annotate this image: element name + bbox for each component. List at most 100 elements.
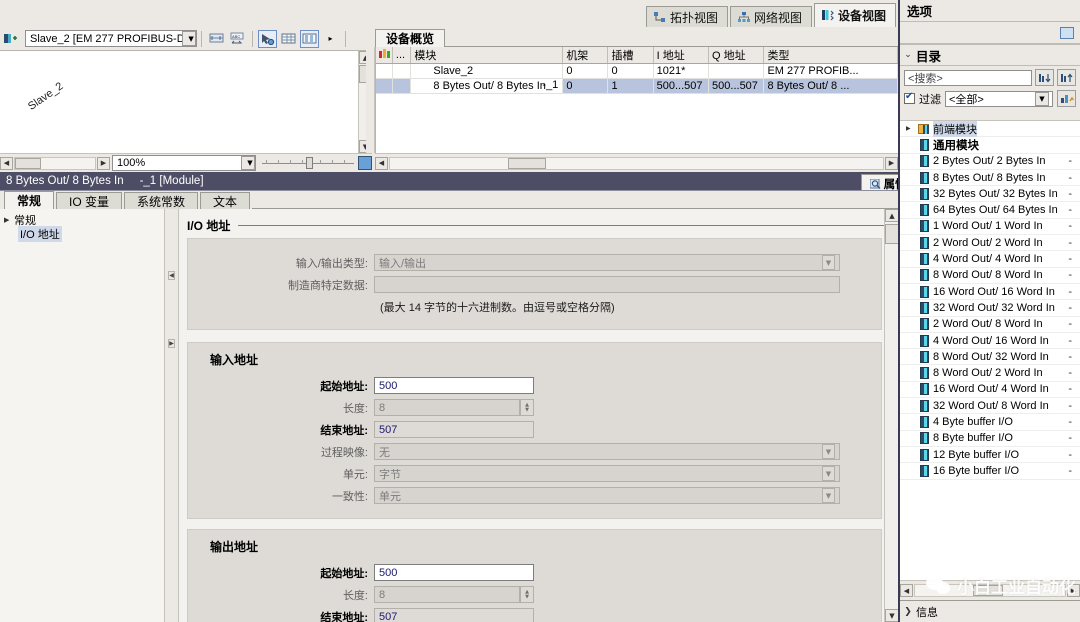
vendor-data-input[interactable] (374, 276, 840, 293)
split-view-icon[interactable] (300, 29, 319, 48)
list-item[interactable]: 8 Bytes Out/ 8 Bytes In - (900, 170, 1080, 187)
list-item[interactable]: 4 Byte buffer I/O - (900, 414, 1080, 431)
list-item[interactable]: 16 Byte buffer I/O - (900, 463, 1080, 480)
input-process-image-select[interactable]: 无 ▼ (374, 443, 840, 460)
col-slot[interactable]: 插槽 (607, 47, 654, 64)
scroll-right-icon[interactable]: ▶ (885, 156, 898, 170)
filter-checkbox[interactable] (904, 91, 915, 104)
catalog-header[interactable]: ⌄ 目录 (900, 44, 1080, 66)
zoom-level-selector[interactable]: 100% ▼ (112, 155, 256, 171)
chevron-down-icon[interactable]: ▼ (822, 255, 835, 270)
list-item[interactable]: 12 Byte buffer I/O - (900, 447, 1080, 464)
list-item[interactable]: 4 Word Out/ 4 Word In - (900, 251, 1080, 268)
profile-icon[interactable] (1057, 90, 1076, 107)
nav-item-io-address[interactable]: I/O 地址 (0, 226, 164, 242)
col-q-address[interactable]: Q 地址 (708, 47, 765, 64)
list-item[interactable]: 16 Word Out/ 16 Word In - (900, 284, 1080, 301)
col-rack[interactable]: 机架 (562, 47, 609, 64)
col-i-address[interactable]: I 地址 (653, 47, 710, 64)
scroll-left-icon[interactable]: ◀ (900, 584, 913, 597)
list-item[interactable]: 2 Bytes Out/ 2 Bytes In - (900, 154, 1080, 170)
list-item[interactable]: 32 Word Out/ 8 Word In - (900, 398, 1080, 415)
input-end-address-field[interactable]: 507 (374, 421, 534, 438)
table-row[interactable]: Slave_2 0 0 1021* EM 277 PROFIB... (376, 63, 898, 79)
more-icon[interactable]: ▸ (321, 30, 340, 48)
chevron-down-icon[interactable]: ▼ (822, 444, 835, 459)
tab-io-tags[interactable]: IO 变量 (56, 192, 123, 209)
tab-network-view[interactable]: 网络视图 (729, 6, 812, 27)
scroll-up-icon[interactable]: ▲ (885, 209, 898, 222)
expand-triangle-icon[interactable]: ▶ (906, 125, 914, 132)
nav-item-general[interactable]: ▶ 常规 (0, 213, 164, 227)
device-canvas[interactable]: Slave_2 ▲ ▼ (0, 51, 372, 153)
zoom-slider-knob[interactable] (306, 157, 313, 169)
form-vertical-scrollbar[interactable]: ▲ ▼ (884, 209, 898, 622)
list-item[interactable]: 8 Word Out/ 8 Word In - (900, 268, 1080, 284)
list-item[interactable]: 64 Bytes Out/ 64 Bytes In - (900, 202, 1080, 219)
fit-to-window-icon[interactable] (358, 156, 372, 170)
list-item[interactable]: 32 Word Out/ 32 Word In - (900, 300, 1080, 317)
info-panel-header[interactable]: ❯ 信息 (900, 600, 1080, 622)
col-ellipsis[interactable]: ... (392, 47, 412, 64)
search-input[interactable]: <搜索> (904, 69, 1032, 86)
chevron-right-icon[interactable]: ❯ (900, 607, 916, 617)
col-type[interactable]: 类型 (763, 47, 898, 64)
input-start-address-field[interactable]: 500 (374, 377, 534, 394)
input-consistency-select[interactable]: 单元 ▼ (374, 487, 840, 504)
chevron-down-icon[interactable]: ▼ (822, 488, 835, 503)
reset-layout-icon[interactable]: ABC (228, 30, 247, 48)
pointer-tool-icon[interactable] (258, 29, 277, 48)
splitter-collapse-right-icon[interactable]: ▶ (168, 339, 175, 348)
tab-texts[interactable]: 文本 (200, 192, 251, 209)
add-device-icon[interactable] (1, 30, 20, 48)
chevron-down-icon[interactable]: ▼ (182, 31, 196, 46)
tab-device-view[interactable]: 设备视图 (813, 3, 896, 27)
expand-triangle-icon[interactable]: ▶ (4, 216, 14, 224)
tab-general[interactable]: 常规 (4, 191, 55, 209)
list-item[interactable]: 8 Word Out/ 32 Word In - (900, 349, 1080, 366)
spinner-down-icon[interactable]: ▼ (525, 594, 529, 600)
filter-select[interactable]: <全部> ▼ (945, 90, 1053, 107)
options-panel-icon[interactable] (1060, 26, 1074, 39)
io-type-select[interactable]: 输入/输出 ▼ (374, 254, 840, 271)
list-item[interactable]: 2 Word Out/ 2 Word In - (900, 235, 1080, 252)
form-vscroll-thumb[interactable] (885, 224, 898, 244)
output-length-field[interactable]: 8 (374, 586, 520, 603)
search-up-icon[interactable] (1057, 69, 1076, 86)
overview-horizontal-scrollbar[interactable] (389, 156, 884, 170)
list-item[interactable]: ▶ 前端模块 (900, 121, 1080, 138)
nav-form-splitter[interactable]: ◀ ▶ (165, 209, 179, 622)
catalog-module-list[interactable]: ▶ 前端模块 通用模块 2 Bytes Out/ 2 Bytes In - 8 B… (900, 120, 1080, 580)
list-item[interactable]: 通用模块 (900, 137, 1080, 154)
catalog-hscroll-thumb[interactable] (973, 585, 1003, 596)
col-module[interactable]: 模块 (410, 47, 564, 64)
output-start-address-field[interactable]: 500 (374, 564, 534, 581)
chevron-down-icon[interactable]: ▼ (241, 156, 255, 170)
chevron-down-icon[interactable]: ▼ (1035, 91, 1049, 106)
canvas-horizontal-scrollbar[interactable] (14, 156, 96, 170)
scroll-right-icon[interactable]: ▶ (97, 156, 110, 170)
chevron-down-icon[interactable]: ⌄ (900, 50, 916, 60)
tab-device-overview[interactable]: 设备概览 (375, 29, 446, 47)
tab-system-constants[interactable]: 系统常数 (124, 192, 199, 209)
search-down-icon[interactable] (1035, 69, 1054, 86)
col-status[interactable] (376, 47, 393, 64)
scroll-right-icon[interactable]: ▶ (1067, 584, 1080, 597)
list-item[interactable]: 8 Byte buffer I/O - (900, 431, 1080, 447)
chevron-down-icon[interactable]: ▼ (822, 466, 835, 481)
list-item[interactable]: 2 Word Out/ 8 Word In - (900, 317, 1080, 333)
zoom-slider[interactable] (262, 155, 354, 171)
scroll-down-icon[interactable]: ▼ (885, 609, 898, 622)
list-item[interactable]: 4 Word Out/ 16 Word In - (900, 333, 1080, 350)
splitter-collapse-left-icon[interactable]: ◀ (168, 271, 175, 280)
output-length-spinner[interactable]: ▲ ▼ (520, 586, 534, 603)
list-item[interactable]: 32 Bytes Out/ 32 Bytes In - (900, 186, 1080, 203)
scroll-left-icon[interactable]: ◀ (0, 156, 13, 170)
device-selector[interactable]: Slave_2 [EM 277 PROFIBUS-DP] ▼ (25, 30, 197, 47)
input-length-field[interactable]: 8 (374, 399, 520, 416)
tab-topology-view[interactable]: 拓扑视图 (645, 6, 728, 27)
list-item[interactable]: 16 Word Out/ 4 Word In - (900, 382, 1080, 399)
scroll-left-icon[interactable]: ◀ (375, 156, 388, 170)
output-end-address-field[interactable]: 507 (374, 608, 534, 622)
spinner-down-icon[interactable]: ▼ (525, 407, 529, 413)
